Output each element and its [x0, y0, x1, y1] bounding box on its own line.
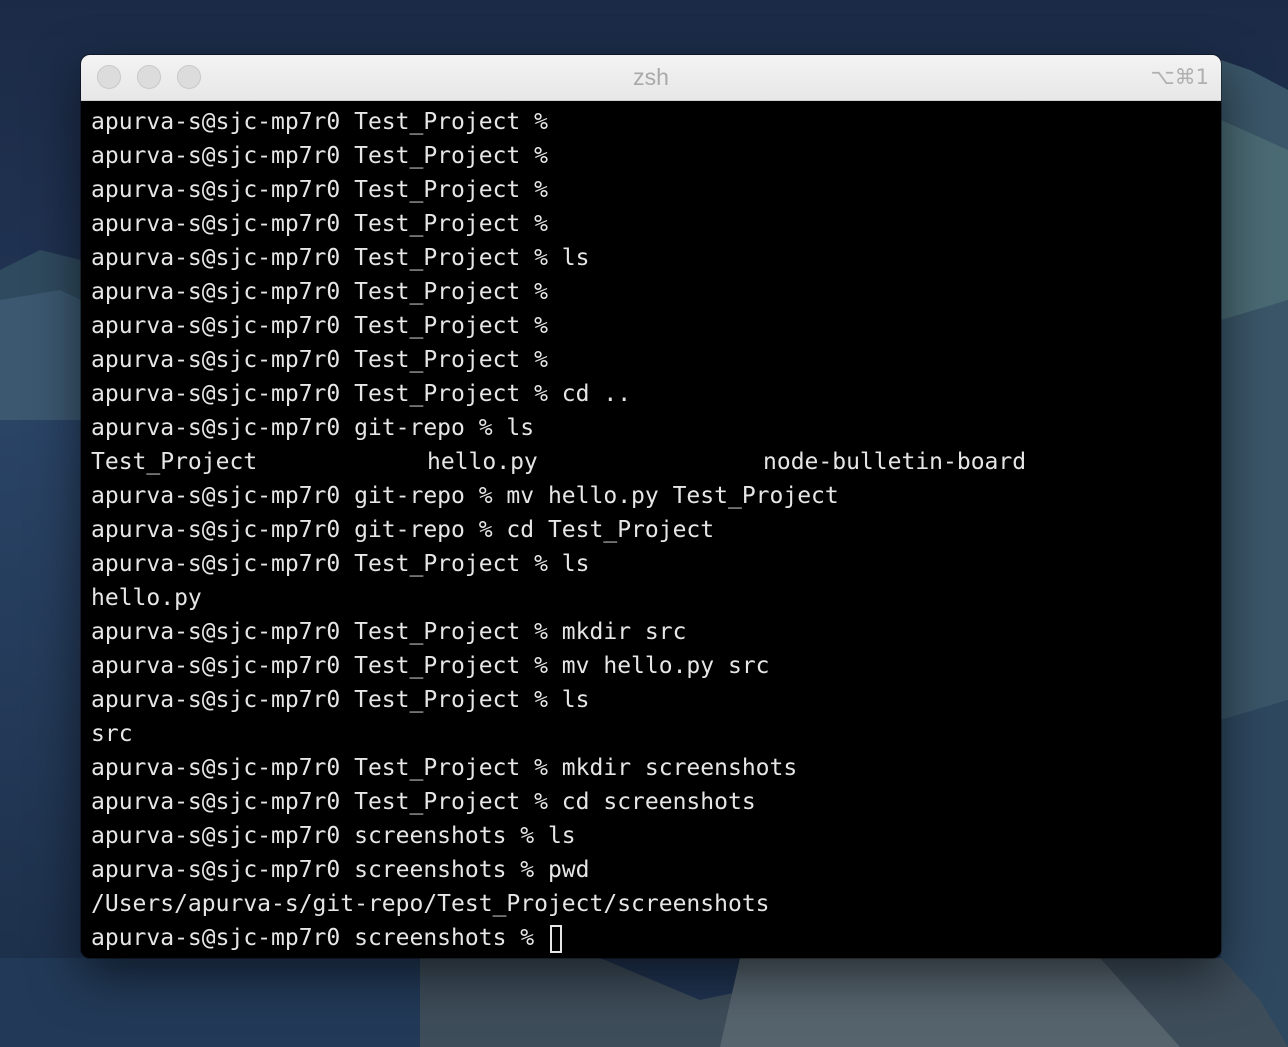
terminal-line: apurva-s@sjc-mp7r0 Test_Project % ls	[91, 551, 590, 577]
terminal-line: apurva-s@sjc-mp7r0 Test_Project %	[91, 279, 548, 305]
terminal-line: apurva-s@sjc-mp7r0 Test_Project % ls	[91, 687, 590, 713]
text-cursor	[549, 924, 562, 953]
terminal-line: src	[91, 721, 133, 747]
ls-output-line: Test_Project hello.py node-bulletin-board	[91, 445, 1211, 479]
terminal-line: apurva-s@sjc-mp7r0 git-repo % mv hello.p…	[91, 483, 839, 509]
terminal-line: apurva-s@sjc-mp7r0 screenshots % ls	[91, 823, 576, 849]
terminal-line: apurva-s@sjc-mp7r0 Test_Project %	[91, 177, 548, 203]
ls-entry: hello.py	[427, 449, 538, 475]
terminal-line: apurva-s@sjc-mp7r0 Test_Project %	[91, 313, 548, 339]
terminal-line: apurva-s@sjc-mp7r0 Test_Project % cd ..	[91, 381, 632, 407]
terminal-output[interactable]: apurva-s@sjc-mp7r0 Test_Project % apurva…	[81, 101, 1221, 958]
terminal-line: apurva-s@sjc-mp7r0 Test_Project %	[91, 211, 548, 237]
terminal-line: apurva-s@sjc-mp7r0 Test_Project % mkdir …	[91, 755, 798, 781]
terminal-line: apurva-s@sjc-mp7r0 Test_Project % cd scr…	[91, 789, 756, 815]
title-bar[interactable]: zsh ⌥⌘1	[81, 55, 1221, 101]
current-prompt-line[interactable]: apurva-s@sjc-mp7r0 screenshots %	[91, 921, 1211, 955]
terminal-window: zsh ⌥⌘1 apurva-s@sjc-mp7r0 Test_Project …	[81, 55, 1221, 958]
ls-entry: node-bulletin-board	[763, 449, 1027, 475]
terminal-line: apurva-s@sjc-mp7r0 Test_Project % mv hel…	[91, 653, 770, 679]
terminal-line: /Users/apurva-s/git-repo/Test_Project/sc…	[91, 891, 770, 917]
terminal-line: apurva-s@sjc-mp7r0 Test_Project %	[91, 347, 548, 373]
terminal-line: apurva-s@sjc-mp7r0 Test_Project % ls	[91, 245, 590, 271]
window-title: zsh	[633, 64, 669, 90]
terminal-line: apurva-s@sjc-mp7r0 git-repo % ls	[91, 415, 535, 441]
terminal-line: apurva-s@sjc-mp7r0 git-repo % cd Test_Pr…	[91, 517, 715, 543]
terminal-line: apurva-s@sjc-mp7r0 Test_Project % mkdir …	[91, 619, 687, 645]
terminal-line: apurva-s@sjc-mp7r0 screenshots % pwd	[91, 857, 590, 883]
terminal-line: apurva-s@sjc-mp7r0 Test_Project %	[91, 109, 548, 135]
ls-entry: Test_Project	[91, 449, 258, 475]
terminal-line: hello.py	[91, 585, 202, 611]
terminal-line: apurva-s@sjc-mp7r0 Test_Project %	[91, 143, 548, 169]
current-prompt: apurva-s@sjc-mp7r0 screenshots %	[91, 925, 548, 951]
window-shortcut: ⌥⌘1	[1150, 65, 1209, 89]
